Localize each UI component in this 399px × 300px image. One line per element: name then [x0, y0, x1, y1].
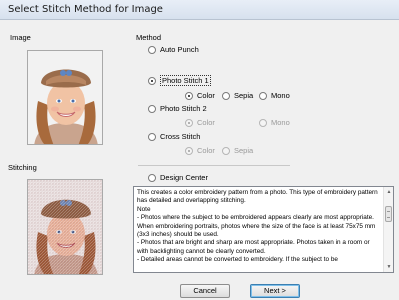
girl-portrait-image [28, 51, 102, 144]
description-textbox[interactable]: This creates a color embroidery pattern … [133, 186, 394, 273]
radio-ps1-color-label: Color [197, 91, 215, 100]
radio-ps2-color[interactable]: Color [185, 118, 215, 127]
radio-photo-stitch-1-label: Photo Stitch 1 [160, 75, 211, 86]
radio-cross-stitch-label: Cross Stitch [160, 132, 201, 141]
stitching-preview [27, 179, 103, 275]
embroidery-preview-image [28, 180, 102, 274]
method-label: Method [136, 33, 162, 42]
scroll-up-arrow-icon[interactable]: ▲ [384, 187, 393, 197]
radio-button[interactable] [259, 118, 267, 127]
radio-button[interactable] [185, 146, 193, 155]
radio-photo-stitch-2-label: Photo Stitch 2 [160, 104, 207, 113]
radio-cs-color[interactable]: Color [185, 146, 215, 155]
radio-ps1-mono-label: Mono [271, 91, 290, 100]
radio-button[interactable] [222, 146, 230, 155]
radio-cs-sepia-label: Sepia [234, 146, 254, 155]
radio-button[interactable] [148, 173, 156, 182]
next-button[interactable]: Next > [250, 284, 300, 298]
radio-ps1-sepia[interactable]: Sepia [222, 91, 253, 100]
source-image [27, 50, 103, 145]
radio-button[interactable] [148, 132, 156, 141]
radio-ps2-mono-label: Mono [271, 118, 290, 127]
radio-auto-punch-label: Auto Punch [160, 45, 199, 54]
radio-ps2-mono[interactable]: Mono [259, 118, 290, 127]
radio-ps2-color-label: Color [197, 118, 215, 127]
window-title: Select Stitch Method for Image [8, 4, 163, 15]
radio-photo-stitch-1[interactable]: Photo Stitch 1 [148, 75, 211, 86]
cancel-button[interactable]: Cancel [180, 284, 230, 298]
radio-button[interactable] [259, 91, 267, 100]
radio-auto-punch[interactable]: Auto Punch [148, 45, 199, 54]
radio-button[interactable] [185, 118, 193, 127]
radio-cross-stitch[interactable]: Cross Stitch [148, 132, 200, 141]
radio-button[interactable] [148, 76, 156, 85]
radio-ps1-color[interactable]: Color [185, 91, 215, 100]
stitching-label: Stitching [8, 163, 37, 172]
radio-button[interactable] [148, 104, 156, 113]
radio-button[interactable] [185, 91, 193, 100]
title-bar: Select Stitch Method for Image [0, 0, 399, 20]
description-scrollbar[interactable]: ▲ ▼ [383, 187, 393, 272]
radio-design-center[interactable]: Design Center [148, 173, 208, 182]
radio-cs-sepia[interactable]: Sepia [222, 146, 253, 155]
radio-ps1-sepia-label: Sepia [234, 91, 254, 100]
section-divider [138, 165, 290, 166]
scrollbar-thumb[interactable] [385, 206, 392, 222]
description-text: This creates a color embroidery pattern … [137, 189, 378, 264]
radio-button[interactable] [148, 45, 156, 54]
radio-design-center-label: Design Center [160, 173, 208, 182]
image-label: Image [10, 33, 31, 42]
scroll-down-arrow-icon[interactable]: ▼ [384, 262, 393, 272]
radio-button[interactable] [222, 91, 230, 100]
radio-ps1-mono[interactable]: Mono [259, 91, 290, 100]
radio-photo-stitch-2[interactable]: Photo Stitch 2 [148, 104, 207, 113]
radio-cs-color-label: Color [197, 146, 215, 155]
